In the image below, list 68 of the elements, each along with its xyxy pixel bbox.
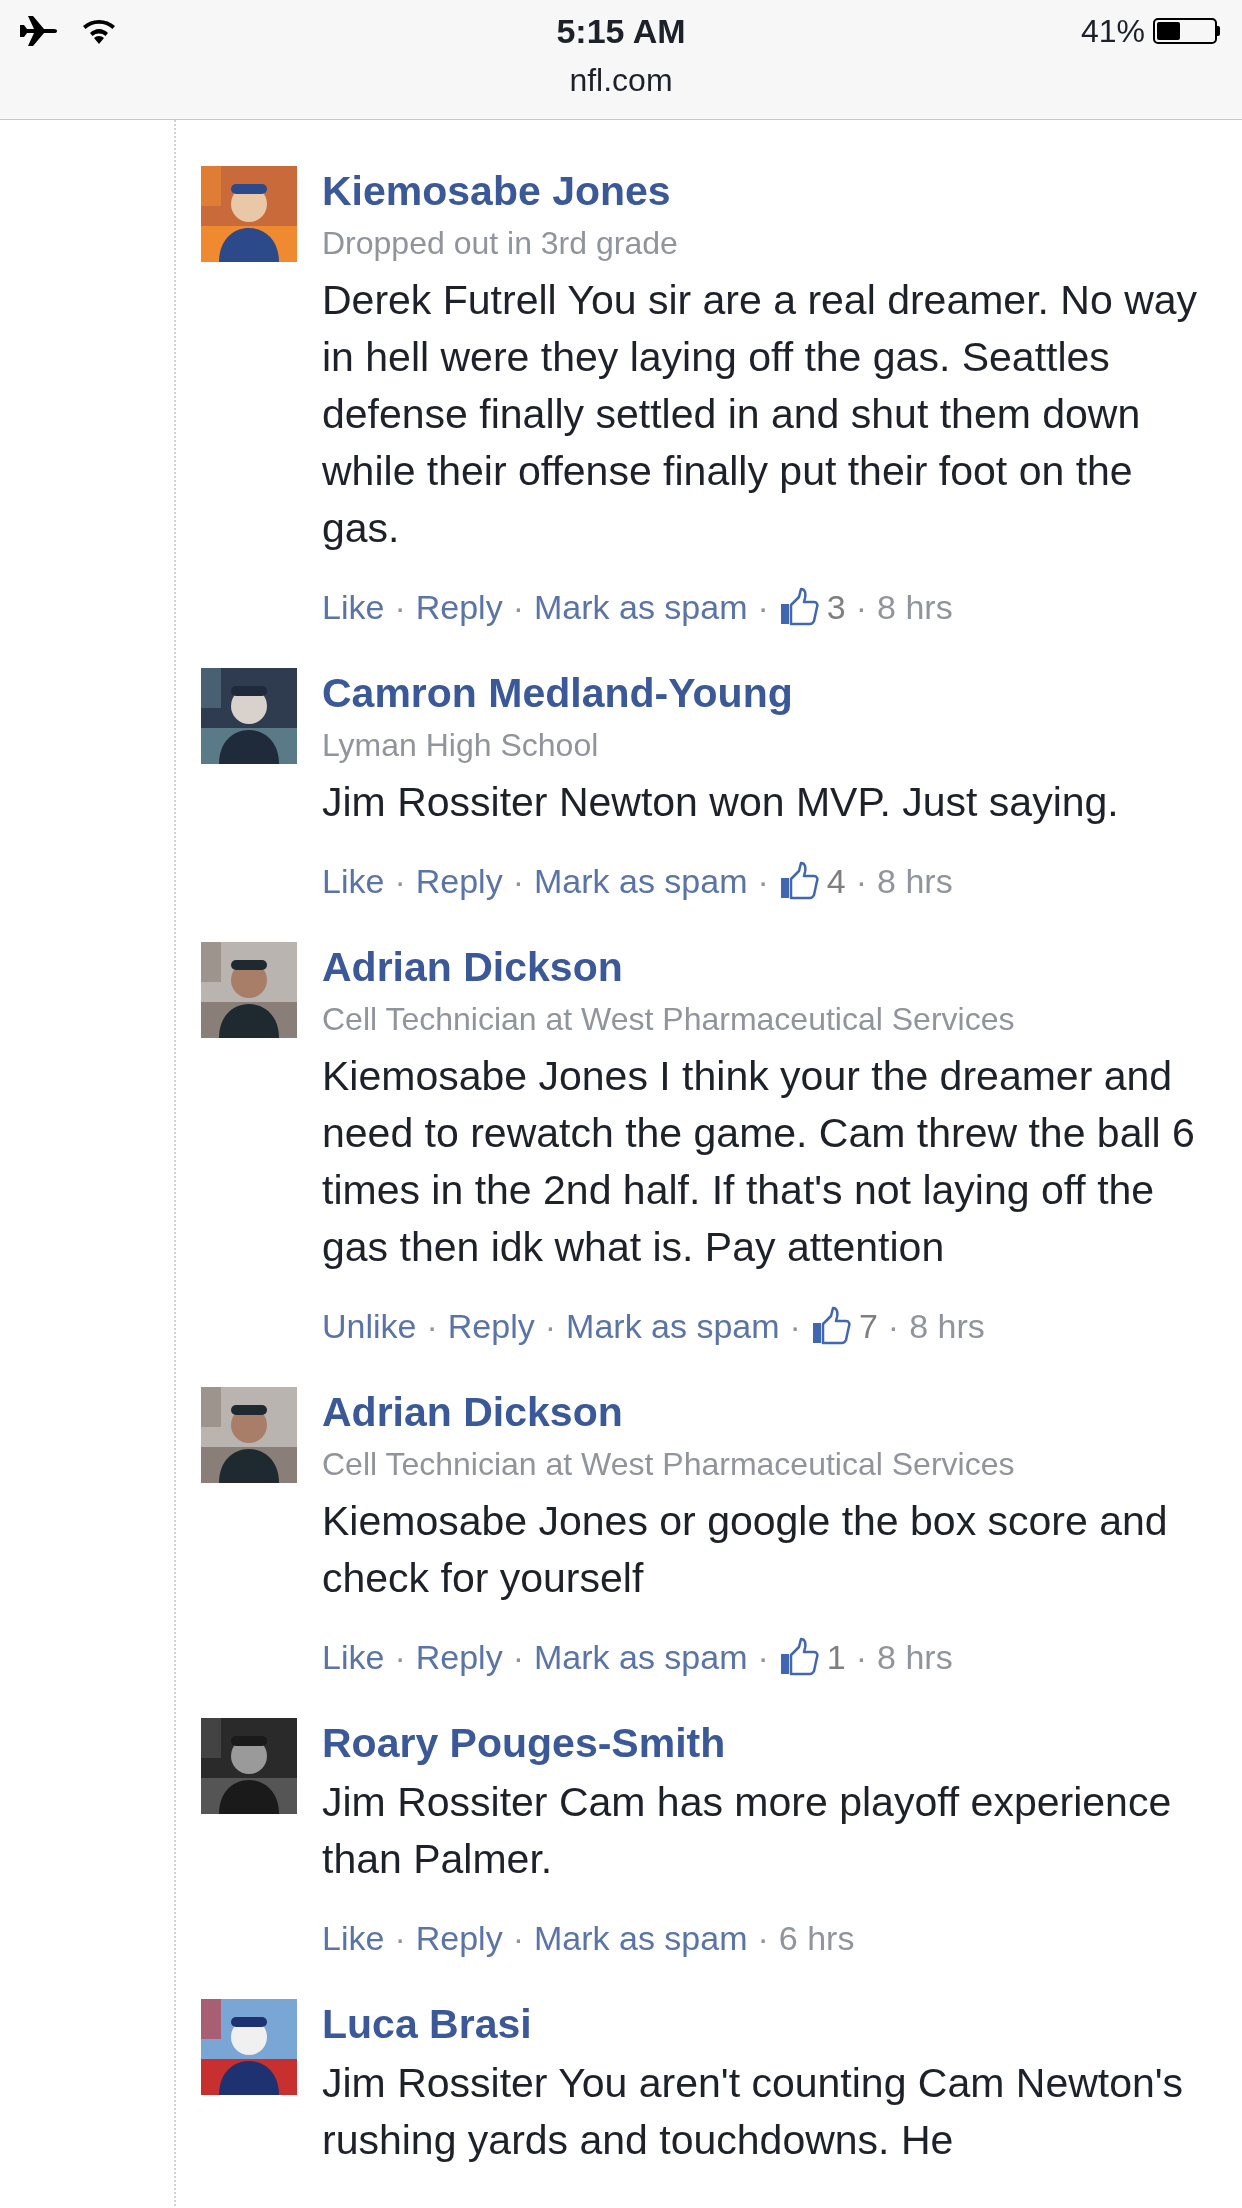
- comment-time: 6 hrs: [778, 1918, 855, 1959]
- author-name[interactable]: Roary Pouges-Smith: [322, 1716, 726, 1770]
- separator-dot: ·: [426, 1306, 438, 1347]
- separator-dot: ·: [757, 861, 769, 902]
- separator-dot: ·: [544, 1306, 557, 1347]
- separator-dot: ·: [855, 587, 868, 628]
- battery-icon: [1153, 18, 1217, 44]
- separator-dot: ·: [789, 1306, 801, 1347]
- separator-dot: ·: [887, 1306, 900, 1347]
- reply-link[interactable]: Reply: [415, 585, 503, 629]
- separator-dot: ·: [512, 861, 524, 902]
- like-link[interactable]: Unlike: [322, 1304, 417, 1348]
- separator-dot: ·: [394, 1637, 406, 1678]
- thumbs-up-icon: [778, 587, 819, 627]
- author-name[interactable]: Kiemosabe Jones: [322, 164, 671, 218]
- author-name[interactable]: Luca Brasi: [322, 1997, 532, 2051]
- like-count: 7: [858, 1306, 878, 1347]
- reply-link[interactable]: Reply: [415, 1635, 503, 1679]
- thumbs-up-icon: [778, 1637, 819, 1677]
- like-count: 4: [826, 861, 846, 902]
- separator-dot: ·: [512, 587, 524, 628]
- thumbs-up-icon: [778, 861, 819, 901]
- author-subtitle: Cell Technician at West Pharmaceutical Services: [322, 1000, 1016, 1039]
- comment-time: 8 hrs: [877, 1637, 953, 1678]
- separator-dot: ·: [512, 1918, 524, 1959]
- comment-text: Jim Rossiter Cam has more playoff experience than Palmer.: [322, 1778, 1173, 1884]
- like-link[interactable]: Like: [322, 1635, 385, 1679]
- like-link[interactable]: Like: [322, 859, 385, 903]
- reply-link[interactable]: Reply: [415, 1916, 503, 1960]
- airplane-icon: [18, 14, 60, 48]
- reply-link[interactable]: Reply: [447, 1304, 535, 1348]
- like-link[interactable]: Like: [322, 585, 385, 629]
- separator-dot: ·: [394, 587, 406, 628]
- mark-spam-link[interactable]: Mark as spam: [566, 1304, 780, 1348]
- author-name[interactable]: Adrian Dickson: [322, 1385, 623, 1439]
- mark-spam-link[interactable]: Mark as spam: [533, 1635, 748, 1679]
- separator-dot: ·: [757, 1918, 769, 1959]
- address-text[interactable]: nfl.com: [569, 62, 673, 99]
- like-count: 3: [826, 587, 846, 628]
- author-name[interactable]: Camron Medland-Young: [322, 666, 793, 720]
- comment-text: Jim Rossiter Newton won MVP. Just saying.: [322, 778, 1120, 827]
- comment-text: Kiemosabe Jones or google the box score and check for yourself: [322, 1497, 1169, 1603]
- like-count: 1: [826, 1637, 846, 1678]
- author-subtitle: Lyman High School: [322, 726, 600, 765]
- comment-time: 8 hrs: [877, 587, 953, 628]
- comment-time: 8 hrs: [909, 1306, 985, 1347]
- comment-text: Kiemosabe Jones I think your the dreamer and need to rewatch the game. Cam threw the ball 6 times in the 2nd half. If that's not laying off the gas then idk what is. Pay attention: [322, 1052, 1196, 1272]
- clock-time: 5:15 AM: [556, 11, 686, 51]
- mark-spam-link[interactable]: Mark as spam: [533, 585, 748, 629]
- comment-text: Derek Futrell You sir are a real dreamer. No way in hell were they laying off the gas. Seattles defense finally settled in and shut them down while their offense finally put their foot on the gas.: [322, 276, 1199, 553]
- separator-dot: ·: [394, 1918, 406, 1959]
- reply-link[interactable]: Reply: [415, 859, 503, 903]
- author-subtitle: Cell Technician at West Pharmaceutical Services: [322, 1445, 1016, 1484]
- author-name[interactable]: Adrian Dickson: [322, 940, 623, 994]
- comment-text: Jim Rossiter You aren't counting Cam Newton's rushing yards and touchdowns. He: [322, 2059, 1185, 2165]
- battery-percent: 41%: [1080, 12, 1145, 50]
- separator-dot: ·: [757, 587, 769, 628]
- thumbs-up-icon: [810, 1306, 851, 1346]
- separator-dot: ·: [394, 861, 406, 902]
- comment-time: 8 hrs: [877, 861, 953, 902]
- separator-dot: ·: [757, 1637, 769, 1678]
- mark-spam-link[interactable]: Mark as spam: [533, 1916, 748, 1960]
- author-subtitle: Dropped out in 3rd grade: [322, 224, 679, 263]
- mark-spam-link[interactable]: Mark as spam: [533, 859, 748, 903]
- like-link[interactable]: Like: [322, 1916, 385, 1960]
- separator-dot: ·: [512, 1637, 524, 1678]
- separator-dot: ·: [855, 1637, 868, 1678]
- separator-dot: ·: [855, 861, 868, 902]
